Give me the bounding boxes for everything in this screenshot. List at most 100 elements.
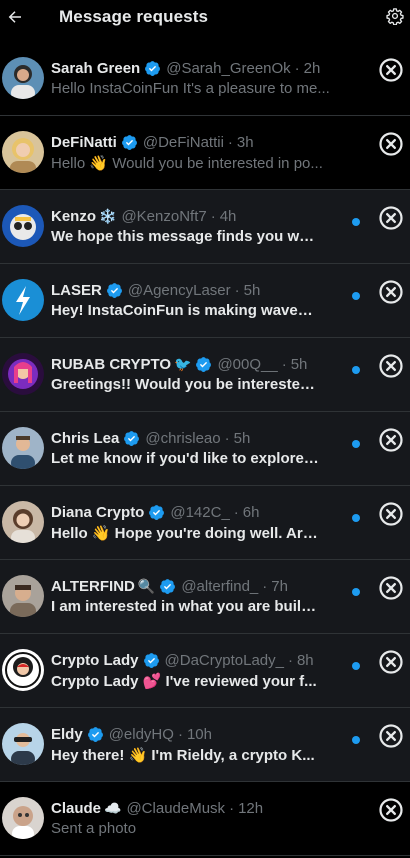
- sender-handle: @00Q__: [217, 355, 278, 373]
- avatar[interactable]: [2, 279, 44, 321]
- message-request-row[interactable]: LASER @AgencyLaser · 5h Hey! InstaCoinFun is…: [0, 264, 410, 338]
- sender-name[interactable]: Eldy: [51, 726, 83, 743]
- dismiss-request-button[interactable]: [378, 353, 404, 379]
- message-preview: Hello 👋 Would you be interested in po...: [51, 155, 323, 172]
- unread-indicator: [352, 662, 360, 670]
- sender-handle: @DeFiNattii: [142, 133, 224, 151]
- message-preview: Hello InstaCoinFun It's a pleasure to me…: [51, 80, 330, 97]
- separator: ·: [262, 577, 268, 595]
- sender-name[interactable]: ALTERFIND: [51, 578, 135, 595]
- avatar[interactable]: [2, 57, 44, 99]
- verified-badge-icon: [144, 60, 161, 77]
- sender-handle: @Sarah_GreenOk: [166, 59, 291, 77]
- timestamp: 5h: [243, 281, 261, 299]
- avatar[interactable]: [2, 353, 44, 395]
- sender-name[interactable]: Sarah Green: [51, 60, 140, 77]
- unread-indicator: [352, 736, 360, 744]
- avatar[interactable]: [2, 797, 44, 839]
- unread-indicator: [352, 440, 360, 448]
- timestamp: 6h: [242, 503, 260, 521]
- avatar[interactable]: [2, 575, 44, 617]
- message-preview: We hope this message finds you wel...: [51, 228, 321, 245]
- separator: ·: [177, 725, 183, 743]
- dismiss-request-button[interactable]: [378, 131, 404, 157]
- settings-button[interactable]: [384, 5, 406, 27]
- message-preview: I am interested in what you are build...: [51, 598, 321, 615]
- message-request-row[interactable]: Claude ☁️ @ClaudeMusk · 12h Sent a photo: [0, 782, 410, 856]
- back-button[interactable]: [4, 4, 26, 30]
- message-request-row[interactable]: Kenzo ❄️ @KenzoNft7 · 4h We hope this message…: [0, 190, 410, 264]
- name-emoji: 🐦: [174, 355, 192, 372]
- avatar[interactable]: [2, 131, 44, 173]
- dismiss-request-button[interactable]: [378, 427, 404, 453]
- close-circle-icon: [378, 354, 404, 383]
- dismiss-request-button[interactable]: [378, 723, 404, 749]
- verified-badge-icon: [195, 356, 212, 373]
- sender-info: Crypto Lady @DaCryptoLady_ · 8h: [51, 650, 314, 670]
- dismiss-request-button[interactable]: [378, 575, 404, 601]
- sender-handle: @DaCryptoLady_: [164, 651, 284, 669]
- verified-badge-icon: [159, 578, 176, 595]
- message-preview: Hello 👋 Hope you're doing well. Are...: [51, 525, 321, 542]
- close-circle-icon: [378, 650, 404, 679]
- dismiss-request-button[interactable]: [378, 205, 404, 231]
- dismiss-request-button[interactable]: [378, 501, 404, 527]
- dismiss-request-button[interactable]: [378, 649, 404, 675]
- sender-name[interactable]: LASER: [51, 282, 102, 299]
- separator: ·: [234, 281, 240, 299]
- message-request-row[interactable]: Eldy @eldyHQ · 10h Hey there! 👋 I'm Rieldy, …: [0, 708, 410, 782]
- separator: ·: [224, 429, 230, 447]
- close-circle-icon: [378, 428, 404, 457]
- timestamp: 4h: [219, 207, 237, 225]
- avatar[interactable]: [2, 501, 44, 543]
- separator: ·: [233, 503, 239, 521]
- message-request-row[interactable]: DeFiNatti @DeFiNattii · 3h Hello 👋 Would you…: [0, 116, 410, 190]
- separator: ·: [229, 799, 235, 817]
- unread-indicator: [352, 292, 360, 300]
- separator: ·: [287, 651, 293, 669]
- message-request-row[interactable]: Sarah Green @Sarah_GreenOk · 2h Hello InstaC…: [0, 42, 410, 116]
- sender-name[interactable]: RUBAB CRYPTO: [51, 356, 171, 373]
- timestamp: 7h: [271, 577, 288, 595]
- verified-badge-icon: [87, 726, 104, 743]
- message-preview: Let me know if you'd like to explore t..…: [51, 450, 321, 467]
- dismiss-request-button[interactable]: [378, 57, 404, 83]
- message-request-row[interactable]: Crypto Lady @DaCryptoLady_ · 8h Crypto Lady …: [0, 634, 410, 708]
- timestamp: 2h: [303, 59, 321, 77]
- sender-handle: @alterfind_: [181, 577, 259, 595]
- message-request-row[interactable]: ALTERFIND 🔍 @alterfind_ · 7h I am interested …: [0, 560, 410, 634]
- message-request-row[interactable]: Chris Lea @chrisleao · 5h Let me know if you…: [0, 412, 410, 486]
- close-circle-icon: [378, 206, 404, 235]
- avatar[interactable]: [2, 649, 44, 691]
- sender-info: Claude ☁️ @ClaudeMusk · 12h: [51, 798, 263, 818]
- close-circle-icon: [378, 280, 404, 309]
- message-request-row[interactable]: Diana Crypto @142C_ · 6h Hello 👋 Hope you're…: [0, 486, 410, 560]
- name-emoji: ☁️: [104, 799, 122, 816]
- timestamp: 10h: [186, 725, 212, 743]
- sender-info: Kenzo ❄️ @KenzoNft7 · 4h: [51, 206, 236, 226]
- message-request-row[interactable]: RUBAB CRYPTO 🐦 @00Q__ · 5h Greetings!! Would …: [0, 338, 410, 412]
- unread-indicator: [352, 366, 360, 374]
- top-bar: Message requests: [0, 0, 410, 36]
- timestamp: 12h: [238, 799, 264, 817]
- sender-handle: @KenzoNft7: [121, 207, 207, 225]
- close-circle-icon: [378, 58, 404, 87]
- sender-name[interactable]: Kenzo: [51, 208, 96, 225]
- sender-name[interactable]: Crypto Lady: [51, 652, 139, 669]
- verified-badge-icon: [143, 652, 160, 669]
- avatar[interactable]: [2, 723, 44, 765]
- sender-name[interactable]: Chris Lea: [51, 430, 119, 447]
- timestamp: 5h: [290, 355, 308, 373]
- timestamp: 5h: [233, 429, 251, 447]
- sender-name[interactable]: DeFiNatti: [51, 134, 117, 151]
- verified-badge-icon: [148, 504, 165, 521]
- avatar[interactable]: [2, 427, 44, 469]
- close-circle-icon: [378, 798, 404, 827]
- avatar[interactable]: [2, 205, 44, 247]
- timestamp: 3h: [236, 133, 254, 151]
- dismiss-request-button[interactable]: [378, 279, 404, 305]
- dismiss-request-button[interactable]: [378, 797, 404, 823]
- sender-info: Chris Lea @chrisleao · 5h: [51, 428, 250, 448]
- sender-name[interactable]: Diana Crypto: [51, 504, 144, 521]
- sender-name[interactable]: Claude: [51, 800, 101, 817]
